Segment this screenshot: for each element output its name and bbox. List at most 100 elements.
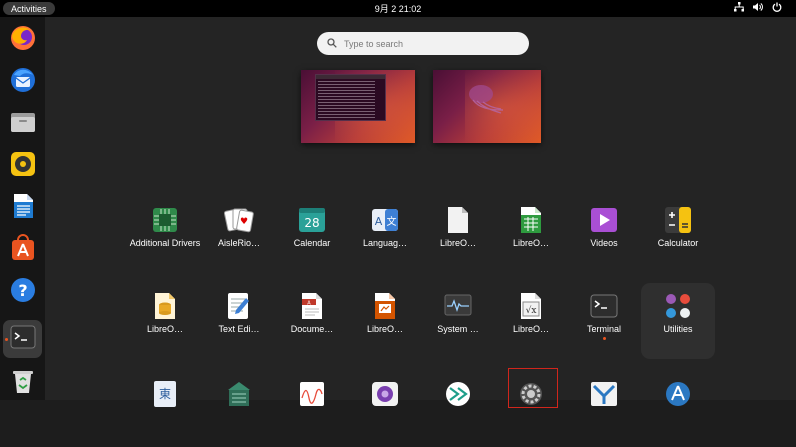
app-calendar[interactable]: 28 Calendar (275, 197, 349, 273)
libreoffice-impress-icon (370, 291, 400, 321)
app-label: Docume… (290, 324, 334, 334)
libreoffice-writer-icon (9, 192, 37, 225)
firefox-icon (9, 24, 37, 57)
app-libreoffice-calc[interactable]: LibreO… (494, 197, 568, 273)
graph-icon (297, 379, 327, 409)
terminal-output (318, 81, 375, 118)
jellyfish-wallpaper-icon (459, 82, 509, 121)
utilities-folder-icon (663, 291, 693, 321)
svg-text:√x: √x (526, 305, 537, 316)
camera-icon (370, 379, 400, 409)
dock-item-writer[interactable] (3, 189, 42, 227)
app-row3-power-statistics[interactable] (275, 371, 349, 447)
workspace-thumbnail-1[interactable] (301, 70, 415, 143)
files-icon (9, 108, 37, 141)
app-libreoffice-base[interactable]: LibreO… (128, 283, 202, 359)
svg-text:?: ? (18, 281, 27, 300)
svg-text:♥: ♥ (240, 217, 248, 227)
trash-icon (11, 367, 35, 400)
window-titlebar (316, 75, 385, 79)
app-label: LibreO… (512, 238, 549, 248)
dock-item-help[interactable]: ? (3, 273, 42, 311)
activities-button[interactable]: Activities (3, 2, 55, 15)
app-libreoffice[interactable]: LibreO… (421, 197, 495, 273)
app-label: AisleRio… (217, 238, 260, 248)
thunderbird-icon (9, 66, 37, 99)
app-row3-input-method[interactable]: 東 (128, 371, 202, 447)
dock-item-terminal[interactable] (3, 320, 42, 358)
selection-highlight (508, 368, 558, 408)
photos-icon (589, 379, 619, 409)
text-editor-icon (224, 291, 254, 321)
videos-icon (589, 205, 619, 235)
running-indicator (5, 338, 8, 341)
terminal-icon (589, 291, 619, 321)
app-row3-remote-desktop[interactable] (421, 371, 495, 447)
app-text-editor[interactable]: Text Edi… (202, 283, 276, 359)
app-calculator[interactable]: Calculator (641, 197, 715, 273)
input-method-icon: 東 (150, 379, 180, 409)
app-folder-utilities[interactable]: Utilities (641, 283, 715, 359)
app-libreoffice-impress[interactable]: LibreO… (348, 283, 422, 359)
calendar-day: 28 (304, 216, 319, 230)
app-label: Calculator (657, 238, 699, 248)
app-label: Terminal (586, 324, 621, 334)
app-label: Videos (590, 238, 618, 248)
app-center-icon (9, 233, 37, 267)
network-icon[interactable] (734, 2, 744, 12)
workspace-thumbnail-2[interactable] (433, 70, 541, 143)
app-label: LibreO… (512, 324, 549, 334)
app-label: LibreO… (146, 324, 183, 334)
app-row3-software[interactable] (641, 371, 715, 447)
dock-item-rhythmbox[interactable] (3, 147, 42, 185)
calendar-icon: 28 (297, 205, 327, 235)
archive-icon (224, 379, 254, 409)
terminal-icon (10, 325, 36, 354)
app-terminal[interactable]: Terminal (567, 283, 641, 359)
libreoffice-icon (443, 205, 473, 235)
svg-text:A: A (375, 215, 383, 228)
app-system-monitor[interactable]: System … (421, 283, 495, 359)
svg-text:A: A (307, 301, 311, 307)
app-row3-archive[interactable] (202, 371, 276, 447)
search-icon (327, 35, 337, 53)
dock-item-thunderbird[interactable] (3, 63, 42, 101)
svg-text:文: 文 (387, 215, 397, 228)
volume-icon[interactable] (753, 2, 763, 12)
app-libreoffice-math[interactable]: √x LibreO… (494, 283, 568, 359)
remote-desktop-icon (443, 379, 473, 409)
document-viewer-icon: A (297, 291, 327, 321)
language-icon: A文 (370, 205, 400, 235)
activities-overview: Additional Drivers ♥ AisleRio… 28 Calend… (45, 17, 796, 408)
app-label: Calendar (293, 238, 331, 248)
app-document-viewer[interactable]: A Docume… (275, 283, 349, 359)
app-language-support[interactable]: A文 Languag… (348, 197, 422, 273)
system-tray[interactable] (734, 2, 782, 12)
dock-item-firefox[interactable] (3, 21, 42, 59)
libreoffice-calc-icon (516, 205, 546, 235)
libreoffice-math-icon: √x (516, 291, 546, 321)
dock-item-files[interactable] (3, 105, 42, 143)
clock-text[interactable]: 9月 2 21:02 (375, 4, 422, 14)
app-label: Languag… (362, 238, 408, 248)
search-input[interactable] (344, 38, 514, 49)
dock-item-trash[interactable] (3, 364, 42, 402)
software-icon (663, 379, 693, 409)
help-icon: ? (9, 276, 37, 309)
app-videos[interactable]: Videos (567, 197, 641, 273)
app-label: LibreO… (439, 238, 476, 248)
search-bar[interactable] (317, 32, 529, 55)
running-indicator (602, 337, 606, 340)
terminal-window-preview[interactable] (315, 74, 386, 121)
system-monitor-icon (443, 291, 473, 321)
clock: 9月 2 21:02 (0, 2, 796, 15)
app-row3-shotwell[interactable] (567, 371, 641, 447)
rhythmbox-icon (9, 150, 37, 183)
dock-item-app-center[interactable] (3, 231, 42, 269)
dock: ? (0, 17, 45, 400)
app-aisleriot[interactable]: ♥ AisleRio… (202, 197, 276, 273)
app-label: Utilities (663, 324, 693, 334)
app-row3-cheese[interactable] (348, 371, 422, 447)
app-additional-drivers[interactable]: Additional Drivers (128, 197, 202, 273)
power-icon[interactable] (772, 2, 782, 12)
